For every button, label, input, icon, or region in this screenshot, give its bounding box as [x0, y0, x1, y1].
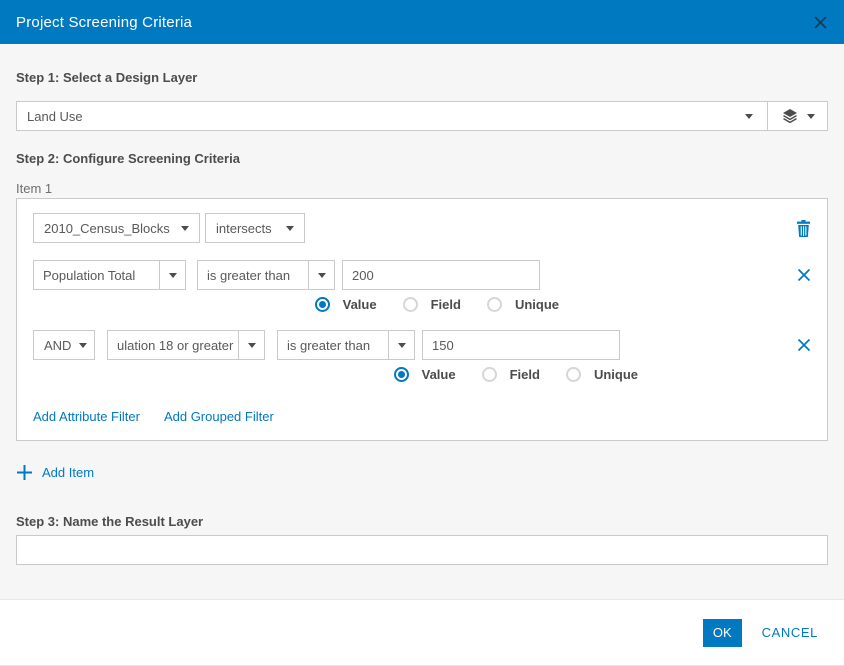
x-icon-glyph: [813, 15, 828, 30]
x-icon: [797, 338, 811, 352]
radio-selected-icon: [315, 297, 330, 312]
layer-operator-row: 2010_Census_Blocks intersects: [33, 213, 811, 243]
filter2-field-combo: ulation 18 or greater: [107, 330, 265, 360]
filter2-remove-button[interactable]: [797, 338, 811, 352]
radio-label: Field: [431, 297, 461, 312]
spatial-operator-value: intersects: [216, 221, 272, 236]
attribute-filter-row: Population Total is greater than: [33, 260, 811, 290]
step1-label: Step 1: Select a Design Layer: [16, 70, 828, 85]
chevron-down-icon: [807, 114, 815, 119]
filter1-field-combo: Population Total: [33, 260, 186, 290]
radio-selected-icon: [394, 367, 409, 382]
radio-unselected-icon: [566, 367, 581, 382]
radio-label: Value: [343, 297, 377, 312]
chevron-down-icon: [248, 343, 256, 348]
screening-item: 2010_Census_Blocks intersects: [16, 198, 828, 441]
add-attribute-filter-link[interactable]: Add Attribute Filter: [33, 409, 140, 424]
filter2-conjunction-value: AND: [44, 338, 71, 353]
spatial-operator-select[interactable]: intersects: [205, 213, 305, 243]
filter1-radio-value[interactable]: Value: [315, 297, 377, 312]
x-icon: [797, 268, 811, 282]
step3-label: Step 3: Name the Result Layer: [16, 514, 828, 529]
dialog-header: Project Screening Criteria: [0, 0, 844, 44]
filter1-operator-dropdown-button[interactable]: [308, 260, 335, 290]
chevron-down-icon: [286, 226, 294, 231]
filter2-operator-input[interactable]: is greater than: [277, 330, 388, 360]
chevron-down-icon: [398, 343, 406, 348]
filter2-operator-combo: is greater than: [277, 330, 415, 360]
filter1-operator-combo: is greater than: [197, 260, 335, 290]
filter2-operator-dropdown-button[interactable]: [388, 330, 415, 360]
item-label: Item 1: [16, 181, 828, 196]
step2-label: Step 2: Configure Screening Criteria: [16, 151, 828, 166]
radio-label: Unique: [515, 297, 559, 312]
result-layer-name-input[interactable]: [16, 535, 828, 565]
dialog-footer: OK CANCEL: [0, 599, 844, 665]
dialog-body: Step 1: Select a Design Layer Land Use S…: [0, 44, 844, 599]
filter1-operator-input[interactable]: is greater than: [197, 260, 308, 290]
layers-icon: [782, 108, 798, 124]
filter2-field-dropdown-button[interactable]: [238, 330, 265, 360]
radio-label: Unique: [594, 367, 638, 382]
cancel-button[interactable]: CANCEL: [762, 625, 818, 640]
filter2-field-input[interactable]: ulation 18 or greater: [107, 330, 238, 360]
project-screening-criteria-dialog: Project Screening Criteria Step 1: Selec…: [0, 0, 844, 666]
add-item-label: Add Item: [42, 465, 94, 480]
ok-button[interactable]: OK: [703, 619, 742, 647]
radio-label: Field: [510, 367, 540, 382]
close-icon[interactable]: [813, 15, 828, 30]
radio-label: Value: [422, 367, 456, 382]
chevron-down-icon: [181, 226, 189, 231]
filter2-value-input[interactable]: [422, 330, 620, 360]
trash-icon: [796, 220, 811, 237]
filter1-value-input[interactable]: [342, 260, 540, 290]
chevron-down-icon: [745, 114, 753, 119]
filter1-remove-button[interactable]: [797, 268, 811, 282]
chevron-down-icon: [318, 273, 326, 278]
filter2-mode-radios: Value Field Unique: [33, 366, 638, 382]
layer-type-button[interactable]: [768, 102, 827, 130]
add-item-button[interactable]: Add Item: [16, 464, 94, 481]
filter-links-row: Add Attribute Filter Add Grouped Filter: [33, 409, 811, 424]
filter1-radio-field[interactable]: Field: [403, 297, 461, 312]
filter1-field-input[interactable]: Population Total: [33, 260, 159, 290]
filter1-radio-unique[interactable]: Unique: [487, 297, 559, 312]
design-layer-value: Land Use: [27, 109, 745, 124]
attribute-filter-row: AND ulation 18 or greater is greater tha…: [33, 330, 811, 360]
radio-unselected-icon: [482, 367, 497, 382]
radio-unselected-icon: [487, 297, 502, 312]
filter1-field-dropdown-button[interactable]: [159, 260, 186, 290]
filter2-radio-unique[interactable]: Unique: [566, 367, 638, 382]
filter2-conjunction-select[interactable]: AND: [33, 330, 95, 360]
filter2-radio-value[interactable]: Value: [394, 367, 456, 382]
criteria-layer-select[interactable]: 2010_Census_Blocks: [33, 213, 200, 243]
filter2-radio-field[interactable]: Field: [482, 367, 540, 382]
dialog-title: Project Screening Criteria: [16, 14, 192, 31]
radio-unselected-icon: [403, 297, 418, 312]
design-layer-select[interactable]: Land Use: [16, 101, 828, 131]
filter1-mode-radios: Value Field Unique: [33, 296, 559, 312]
add-grouped-filter-link[interactable]: Add Grouped Filter: [164, 409, 274, 424]
delete-item-button[interactable]: [796, 220, 811, 237]
chevron-down-icon: [169, 273, 177, 278]
chevron-down-icon: [79, 343, 87, 348]
criteria-layer-value: 2010_Census_Blocks: [44, 221, 170, 236]
plus-icon: [16, 464, 33, 481]
